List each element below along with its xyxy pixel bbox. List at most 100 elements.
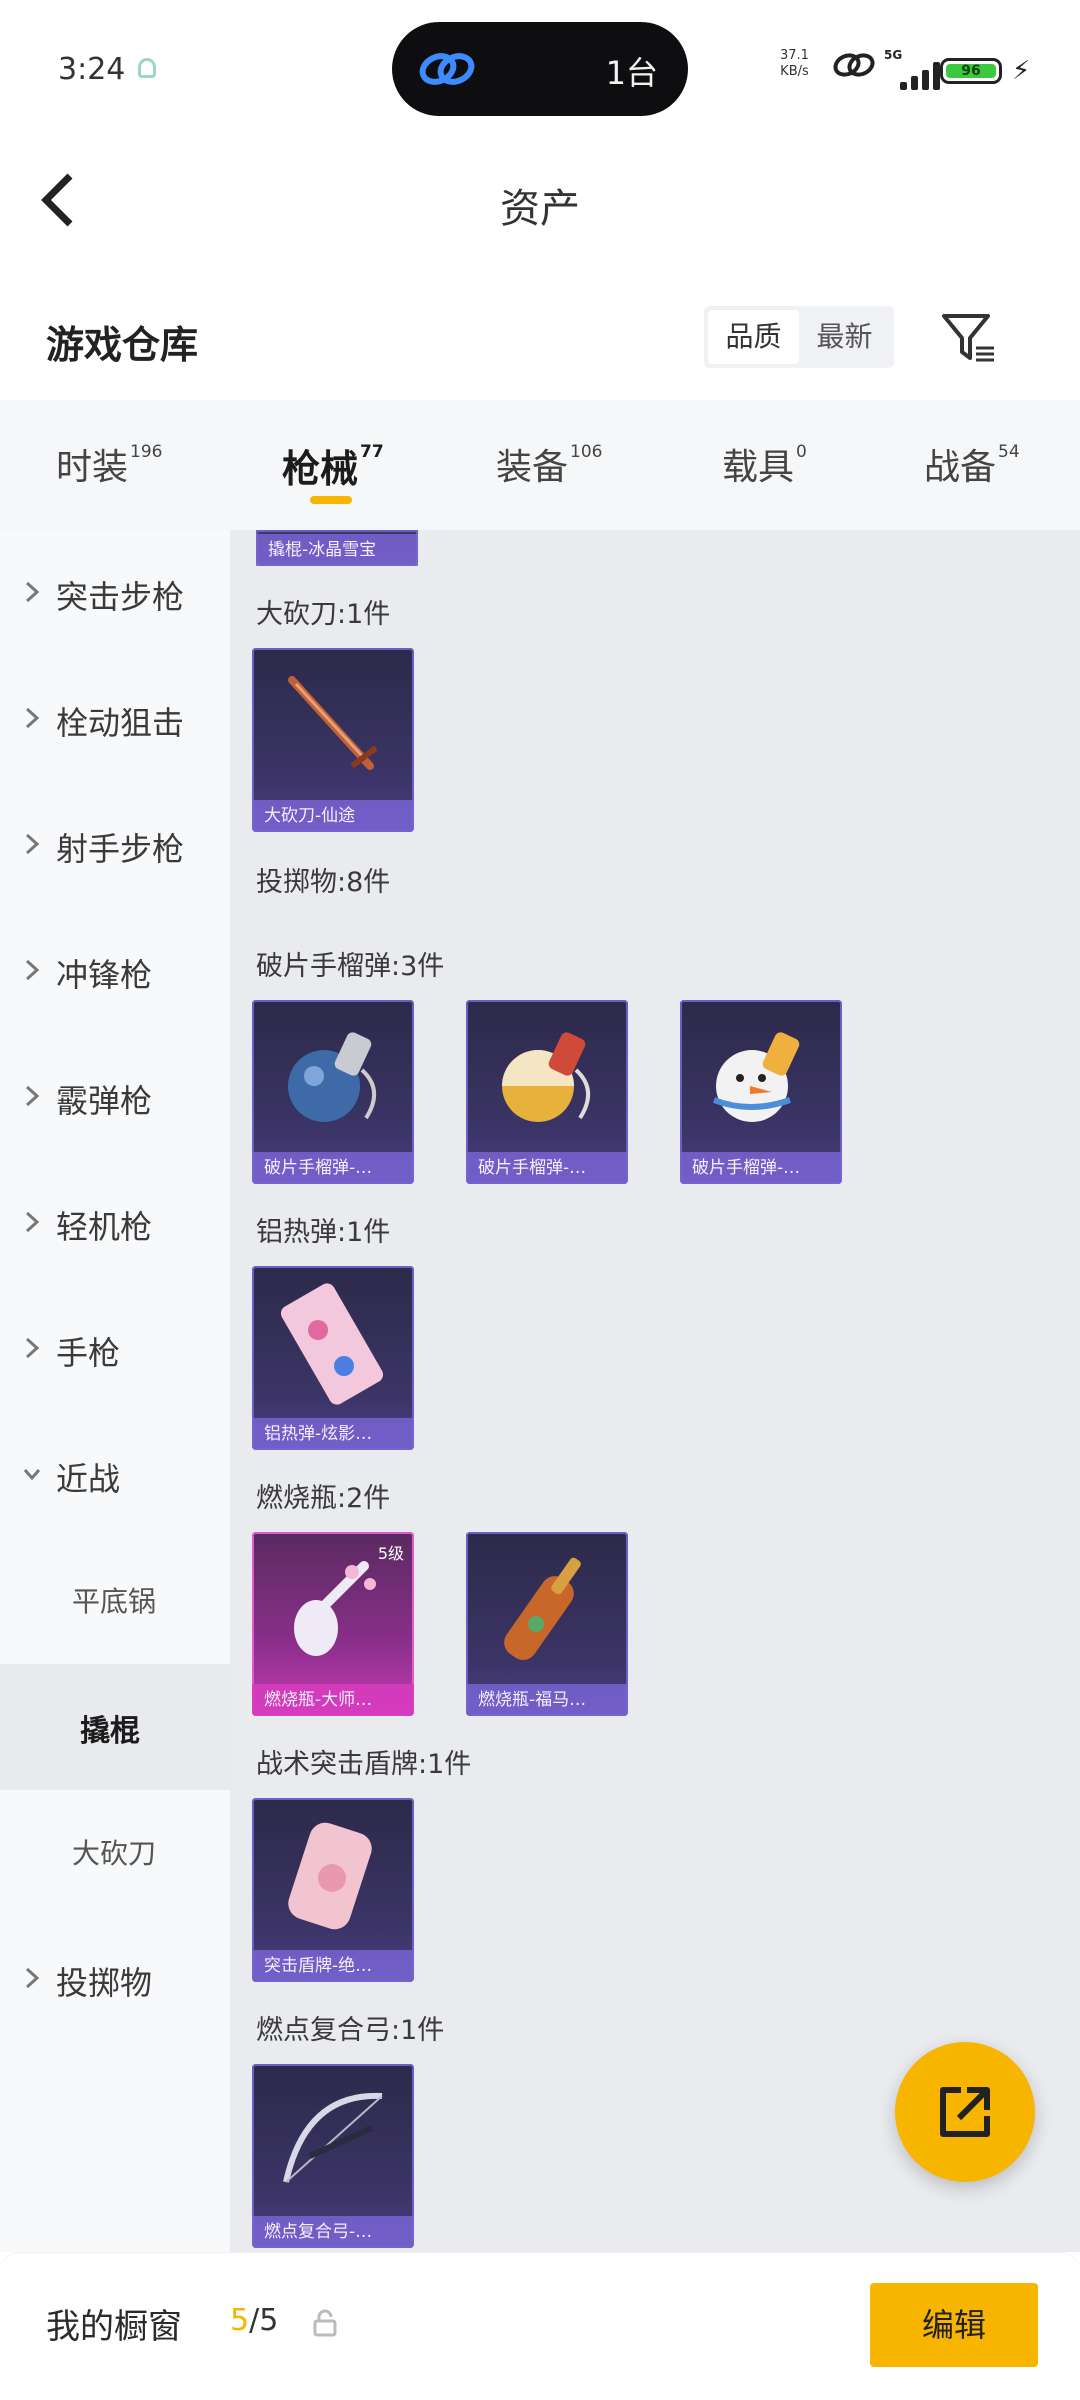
item-caption: 突击盾牌-绝… xyxy=(252,1950,414,1982)
status-bar: 3:24 1台 37.1 KB/s 5G 96 ⚡ xyxy=(0,0,1080,140)
chevron-right-icon xyxy=(25,1967,40,1989)
sidebar-item-label: 突击步枪 xyxy=(56,578,185,616)
dynamic-island[interactable]: 1台 xyxy=(392,22,688,116)
grenade-icon xyxy=(712,1032,800,1122)
sidebar-item-label: 大砍刀 xyxy=(72,1837,157,1870)
sidebar-item-label: 冲锋枪 xyxy=(56,956,153,994)
sidebar-item-throwables[interactable]: 投掷物 xyxy=(0,1916,230,2042)
thermite-icon xyxy=(280,1283,384,1405)
sidebar-item-label: 霰弹枪 xyxy=(56,1082,153,1120)
sidebar-item-label: 投掷物 xyxy=(56,1964,153,2002)
tab-count: 196 xyxy=(130,442,163,462)
share-icon xyxy=(940,2087,990,2137)
app-header: 资产 xyxy=(0,140,1080,260)
battery-icon: 96 xyxy=(940,58,1002,84)
sidebar-item-label: 手枪 xyxy=(56,1334,121,1372)
hotspot-icon xyxy=(833,53,875,77)
chevron-right-icon xyxy=(25,707,40,729)
tab-guns[interactable]: 枪械 77 xyxy=(282,438,384,493)
item-card[interactable]: 突击盾牌-绝… xyxy=(252,1798,414,1982)
item-card[interactable]: 燃点复合弓-… xyxy=(252,2064,414,2248)
grade-badge: 5级 xyxy=(377,1544,404,1563)
sidebar-subitem-crowbar[interactable]: 撬棍 xyxy=(0,1664,230,1790)
tab-count: 106 xyxy=(570,442,603,462)
sort-quality-button[interactable]: 品质 xyxy=(708,310,799,364)
sidebar-item-lmg[interactable]: 轻机枪 xyxy=(0,1160,230,1286)
chevron-right-icon xyxy=(25,1337,40,1359)
item-card[interactable]: 破片手榴弹-… xyxy=(252,1000,414,1184)
sidebar-item-label: 射手步枪 xyxy=(56,830,185,868)
sidebar-item-melee[interactable]: 近战 xyxy=(0,1412,230,1538)
showcase-bar: 我的橱窗 5/5 编辑 xyxy=(0,2252,1080,2400)
item-caption: 大砍刀-仙途 xyxy=(252,800,414,832)
tab-vehicles[interactable]: 载具 0 xyxy=(722,438,807,490)
tab-combat-gear[interactable]: 战备 54 xyxy=(924,438,1020,490)
grenade-icon xyxy=(502,1032,590,1122)
battery-level: 96 xyxy=(946,64,996,78)
lock-icon xyxy=(313,2309,337,2337)
chevron-right-icon xyxy=(25,1085,40,1107)
sort-toggle: 品质 最新 xyxy=(704,306,894,368)
item-card[interactable]: 铝热弹-炫影… xyxy=(252,1266,414,1450)
item-caption: 燃烧瓶-福马… xyxy=(466,1684,628,1716)
showcase-total: /5 xyxy=(249,2303,279,2338)
item-caption: 撬棍-冰晶雪宝 xyxy=(256,534,418,566)
bottle-icon xyxy=(504,1557,581,1660)
network-type: 5G xyxy=(884,48,903,62)
sidebar-item-marksman-rifle[interactable]: 射手步枪 xyxy=(0,782,230,908)
sidebar-item-label: 平底锅 xyxy=(72,1585,157,1618)
tab-equipment[interactable]: 装备 106 xyxy=(496,438,602,490)
item-card[interactable]: 破片手榴弹-… xyxy=(466,1000,628,1184)
chevron-right-icon xyxy=(25,959,40,981)
showcase-used: 5 xyxy=(230,2303,250,2338)
tab-count: 77 xyxy=(360,442,384,462)
tab-count: 54 xyxy=(998,442,1020,462)
filter-icon[interactable] xyxy=(940,310,998,366)
edit-button[interactable]: 编辑 xyxy=(870,2283,1038,2367)
sidebar-item-bolt-sniper[interactable]: 栓动狙击 xyxy=(0,656,230,782)
chevron-right-icon xyxy=(25,833,40,855)
tab-count: 0 xyxy=(796,442,807,462)
group-label: 燃烧瓶:2件 xyxy=(256,1483,391,1514)
item-caption: 燃烧瓶-大师… xyxy=(252,1684,414,1716)
signal-icon xyxy=(900,62,940,90)
group-label: 破片手榴弹:3件 xyxy=(256,951,445,982)
item-card[interactable]: 破片手榴弹-… xyxy=(680,1000,842,1184)
sidebar-subitem-pan[interactable]: 平底锅 xyxy=(0,1538,230,1664)
showcase-count: 5/5 xyxy=(230,2303,278,2338)
sword-icon xyxy=(288,676,378,770)
group-label: 铝热弹:1件 xyxy=(256,1217,391,1248)
status-indicators: 37.1 KB/s 5G 96 ⚡ xyxy=(780,40,1080,90)
share-button[interactable] xyxy=(895,2042,1035,2182)
sidebar-item-label: 轻机枪 xyxy=(56,1208,153,1246)
sidebar-item-pistol[interactable]: 手枪 xyxy=(0,1286,230,1412)
chevron-right-icon xyxy=(25,1211,40,1233)
warehouse-title: 游戏仓库 xyxy=(46,323,199,367)
item-card[interactable]: 撬棍-冰晶雪宝 xyxy=(256,530,418,566)
bow-icon xyxy=(283,2092,383,2183)
tab-fashion[interactable]: 时装 196 xyxy=(56,438,162,490)
item-card[interactable]: 大砍刀-仙途 xyxy=(252,648,414,832)
sidebar-item-label: 近战 xyxy=(56,1460,121,1498)
link-icon xyxy=(419,53,475,85)
shield-icon xyxy=(288,1822,372,1930)
item-card[interactable]: 5级 燃烧瓶-大师… xyxy=(252,1532,414,1716)
notification-icon xyxy=(138,58,156,78)
weapon-type-sidebar: 突击步枪 栓动狙击 射手步枪 冲锋枪 霰弹枪 轻机枪 手枪 近战 平底锅 撬棍 … xyxy=(0,530,230,2252)
sidebar-item-shotgun[interactable]: 霰弹枪 xyxy=(0,1034,230,1160)
showcase-label: 我的橱窗 xyxy=(46,2307,182,2347)
sidebar-subitem-machete[interactable]: 大砍刀 xyxy=(0,1790,230,1916)
item-grid: 撬棍-冰晶雪宝 大砍刀:1件 大砍刀-仙途 投掷物:8件 破片手榴弹:3件 破片… xyxy=(230,530,1080,2252)
group-label: 燃点复合弓:1件 xyxy=(256,2015,445,2046)
warehouse-header: 游戏仓库 品质 最新 xyxy=(0,280,1080,400)
sidebar-item-assault-rifle[interactable]: 突击步枪 xyxy=(0,530,230,656)
sidebar-item-label: 撬棍 xyxy=(80,1714,140,1749)
item-caption: 破片手榴弹-… xyxy=(680,1152,842,1184)
group-label: 投掷物:8件 xyxy=(256,867,391,898)
sidebar-item-label: 栓动狙击 xyxy=(56,704,185,742)
sort-newest-button[interactable]: 最新 xyxy=(799,310,890,364)
item-card[interactable]: 燃烧瓶-福马… xyxy=(466,1532,628,1716)
group-label: 大砍刀:1件 xyxy=(256,599,391,630)
sidebar-item-smg[interactable]: 冲锋枪 xyxy=(0,908,230,1034)
item-caption: 破片手榴弹-… xyxy=(466,1152,628,1184)
